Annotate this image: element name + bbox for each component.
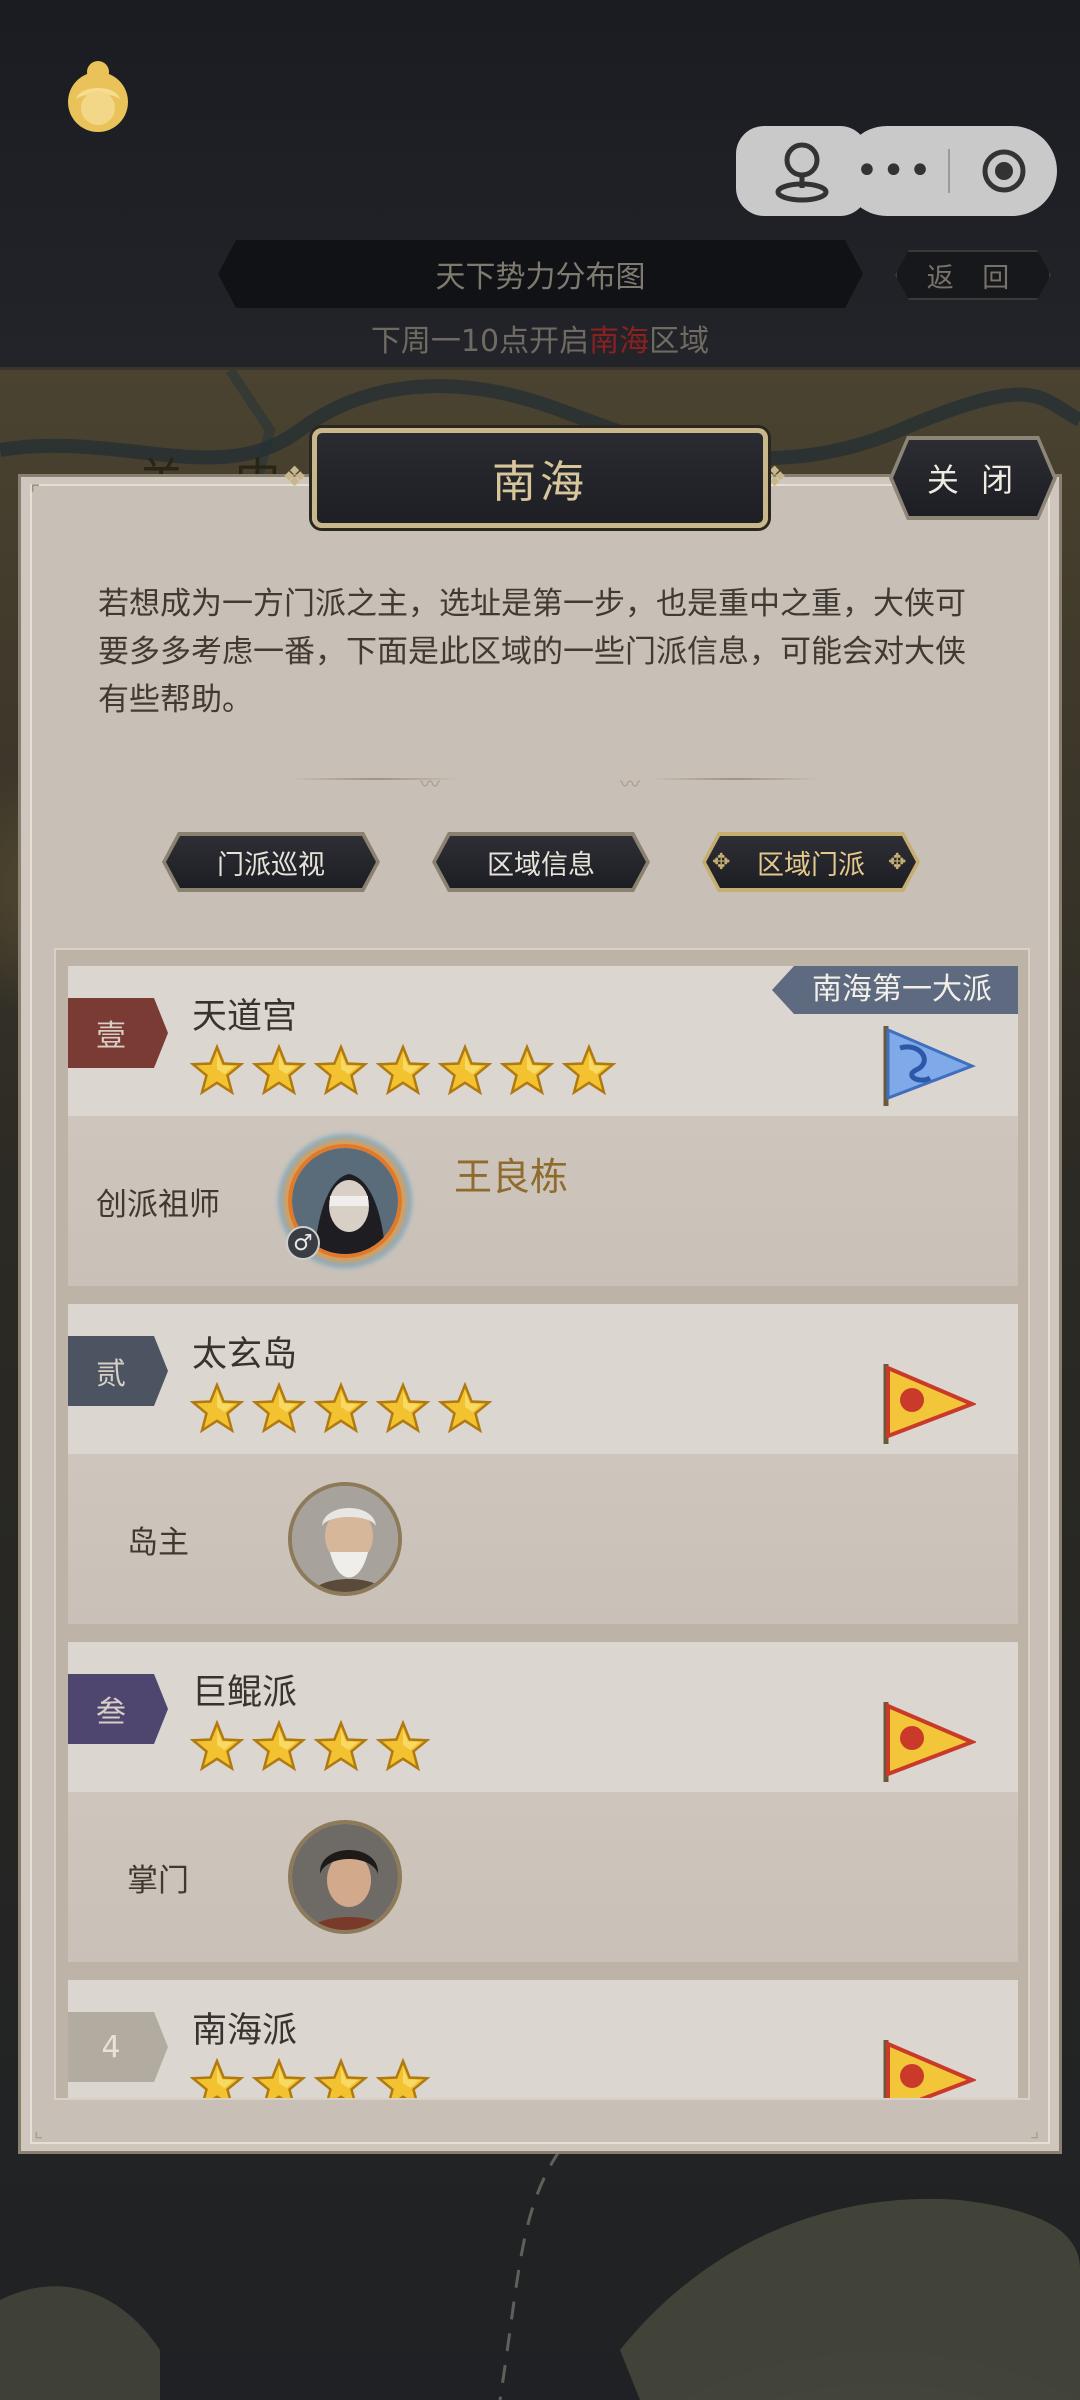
notice-text: 下周一10点开启南海区域 [0,316,1080,360]
star-icon [313,1043,369,1098]
sect-name: 天道宫 [192,997,298,1037]
sect-leader-row: 创派祖师 ♂ 王良栋 [68,1116,1018,1286]
tab-sect-patrol-label: 门派巡视 [166,836,376,888]
page-title: 天下势力分布图 [218,240,863,308]
player-avatar-icon[interactable] [58,56,138,136]
target-icon [982,149,1025,193]
sect-name: 巨鲲派 [192,1673,298,1713]
tab-sect-patrol[interactable]: 门派巡视 [162,832,380,892]
sect-stars [189,1719,431,1778]
divider-right [650,778,820,780]
founder-name[interactable]: 王良栋 [454,1146,568,1201]
sect-leader-row: 掌门 [68,1792,1018,1962]
male-gender-icon: ♂ [286,1226,320,1260]
sect-stars [189,1043,617,1102]
corner-ornament-icon: ⌟ [1030,2118,1040,2142]
top-sect-badge: 南海第一大派 [772,966,1018,1014]
star-icon [251,1719,307,1774]
sect-stars [189,1381,493,1440]
star-icon [561,1043,617,1098]
yellow-flag-icon [883,1364,976,1444]
sect-leader-row: 岛主 [68,1454,1018,1624]
tab-ornament-icon: ✥ [712,850,731,875]
star-icon [375,1381,431,1436]
star-icon [375,1043,431,1098]
tab-ornament-icon: ✥ [888,850,907,875]
back-button[interactable]: 返 回 [895,250,1051,300]
notice-prefix: 下周一10点开启 [370,324,590,359]
mini-program-capsule: ••• [842,126,1057,216]
title-ornament-right-icon: ❖ [762,460,788,493]
star-icon [189,1043,245,1098]
yellow-flag-icon [883,1702,976,1782]
region-title: 南海 [312,428,768,528]
yellow-flag-icon [883,2040,976,2098]
star-icon [313,2057,369,2098]
sect-name: 南海派 [192,2011,298,2051]
sect-stars [189,2057,431,2098]
region-intro-text: 若想成为一方门派之主，选址是第一步，也是重中之重，大侠可要多多考虑一番，下面是此… [98,586,966,718]
star-icon [189,2057,245,2098]
star-icon [313,1381,369,1436]
star-icon [437,1381,493,1436]
top-bar: ••• 天下势力分布图 返 回 下周一10点开启南海区域 [0,0,1080,370]
leader-role: 创派祖师 [96,1186,220,1223]
tab-region-info-label: 区域信息 [436,836,646,888]
star-icon [375,2057,431,2098]
leader-role: 掌门 [127,1862,189,1899]
star-icon [189,1381,245,1436]
blue-dragon-flag-icon [883,1026,976,1106]
star-icon [375,1719,431,1774]
sect-rank-badge: 4 [68,2012,168,2082]
close-button[interactable]: 关 闭 [893,440,1053,516]
sect-item[interactable]: 叁 巨鲲派 掌门 [68,1642,1018,1962]
star-icon [251,2057,307,2098]
close-program-button[interactable] [950,146,1057,196]
star-icon [313,1719,369,1774]
leader-role: 岛主 [127,1524,189,1561]
more-menu-button[interactable]: ••• [842,126,948,216]
corner-ornament-icon: ⌞ [34,2118,44,2142]
sect-rank-badge: 叁 [68,1674,168,1744]
star-icon [499,1043,555,1098]
tab-region-info[interactable]: 区域信息 [432,832,650,892]
leader-avatar[interactable] [288,1820,402,1934]
sect-name: 太玄岛 [192,1335,298,1375]
divider-ornament-icon: 〰 [420,772,440,796]
star-icon [251,1043,307,1098]
star-icon [251,1381,307,1436]
sect-rank-badge: 贰 [68,1336,168,1406]
notice-region-highlight: 南海 [589,324,650,359]
sect-item[interactable]: 贰 太玄岛 岛主 [68,1304,1018,1624]
sect-list[interactable]: 壹 天道宫 南海第一大派 创派祖师 ♂ 王良栋 贰 太玄岛 岛主 叁 巨鲲派 掌… [54,948,1030,2100]
user-location-icon [775,142,829,203]
corner-ornament-icon: ⌜ [30,482,41,507]
sect-rank-badge: 壹 [68,998,168,1068]
sect-item[interactable]: 4 南海派 [68,1980,1018,2098]
divider-ornament-icon: 〰 [620,772,640,796]
sect-item[interactable]: 壹 天道宫 南海第一大派 创派祖师 ♂ 王良栋 [68,966,1018,1286]
leader-avatar[interactable] [288,1482,402,1596]
tab-region-sects-label: 区域门派 [706,836,916,888]
star-icon [437,1043,493,1098]
star-icon [189,1719,245,1774]
notice-suffix: 区域 [649,324,710,359]
